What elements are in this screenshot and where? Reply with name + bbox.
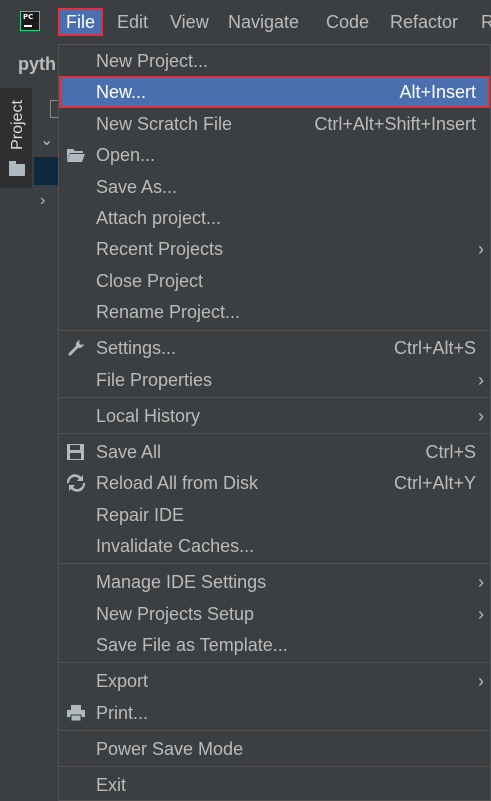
chevron-right-icon: › (478, 604, 484, 624)
menu-item-new-scratch-file[interactable]: New Scratch File Ctrl+Alt+Shift+Insert (59, 108, 490, 140)
menu-separator (59, 662, 490, 663)
menu-edit[interactable]: Edit (117, 8, 148, 36)
menu-item-local-history[interactable]: Local History › (59, 400, 490, 432)
menu-item-exit[interactable]: Exit (59, 769, 490, 801)
menu-item-power-save-mode[interactable]: Power Save Mode (59, 733, 490, 765)
menu-separator (59, 433, 490, 434)
chevron-right-icon: › (478, 406, 484, 426)
menu-item-close-project[interactable]: Close Project (59, 265, 490, 297)
menu-separator (59, 730, 490, 731)
wrench-icon (68, 340, 84, 356)
print-icon (67, 705, 85, 722)
chevron-right-icon: › (478, 239, 484, 259)
pycharm-logo-icon: PC (20, 11, 40, 31)
project-tool-tab[interactable]: Project (0, 88, 32, 188)
chevron-right-icon: › (478, 572, 484, 592)
menu-bar: PC File Edit View Navigate Code Refactor… (0, 0, 491, 44)
chevron-right-icon: › (478, 671, 484, 691)
menu-item-open[interactable]: Open... (59, 139, 490, 171)
menu-item-invalidate-caches[interactable]: Invalidate Caches... (59, 530, 490, 562)
menu-navigate[interactable]: Navigate (228, 8, 299, 36)
file-menu-popup: New Project... New... Alt+Insert New Scr… (58, 44, 491, 801)
menu-item-save-file-as-template[interactable]: Save File as Template... (59, 629, 490, 661)
menu-item-repair-ide[interactable]: Repair IDE (59, 499, 490, 531)
menu-item-attach-project[interactable]: Attach project... (59, 202, 490, 234)
folder-icon (9, 161, 25, 176)
menu-item-save-all[interactable]: Save All Ctrl+S (59, 436, 490, 468)
reload-icon (66, 474, 86, 492)
save-icon (67, 444, 84, 460)
menu-item-manage-ide-settings[interactable]: Manage IDE Settings › (59, 566, 490, 598)
menu-view[interactable]: View (170, 8, 209, 36)
menu-separator (59, 397, 490, 398)
folder-open-icon (67, 149, 85, 162)
menu-refactor[interactable]: Refactor (390, 8, 458, 36)
project-tab-label: Project (9, 100, 26, 150)
menu-item-settings[interactable]: Settings... Ctrl+Alt+S (59, 332, 490, 364)
menu-item-file-properties[interactable]: File Properties › (59, 364, 490, 396)
menu-separator (59, 563, 490, 564)
menu-file[interactable]: File (58, 8, 104, 36)
chevron-right-icon[interactable]: › (40, 192, 45, 210)
menu-separator (59, 766, 490, 767)
menu-item-rename-project[interactable]: Rename Project... (59, 296, 490, 328)
project-name: pyth (18, 54, 56, 74)
menu-item-save-as[interactable]: Save As... (59, 171, 490, 203)
menu-code[interactable]: Code (326, 8, 369, 36)
menu-item-new-project[interactable]: New Project... (59, 45, 490, 77)
menu-more[interactable]: R (481, 8, 491, 36)
chevron-right-icon: › (478, 370, 484, 390)
menu-item-reload-all[interactable]: Reload All from Disk Ctrl+Alt+Y (59, 467, 490, 499)
menu-item-recent-projects[interactable]: Recent Projects › (59, 233, 490, 265)
left-tool-stripe (0, 86, 35, 801)
menu-item-new-projects-setup[interactable]: New Projects Setup › (59, 598, 490, 630)
menu-separator (59, 330, 490, 331)
menu-item-print[interactable]: Print... (59, 697, 490, 729)
chevron-down-icon[interactable]: ⌄ (40, 130, 53, 150)
menu-item-export[interactable]: Export › (59, 665, 490, 697)
menu-item-new[interactable]: New... Alt+Insert (59, 76, 490, 108)
